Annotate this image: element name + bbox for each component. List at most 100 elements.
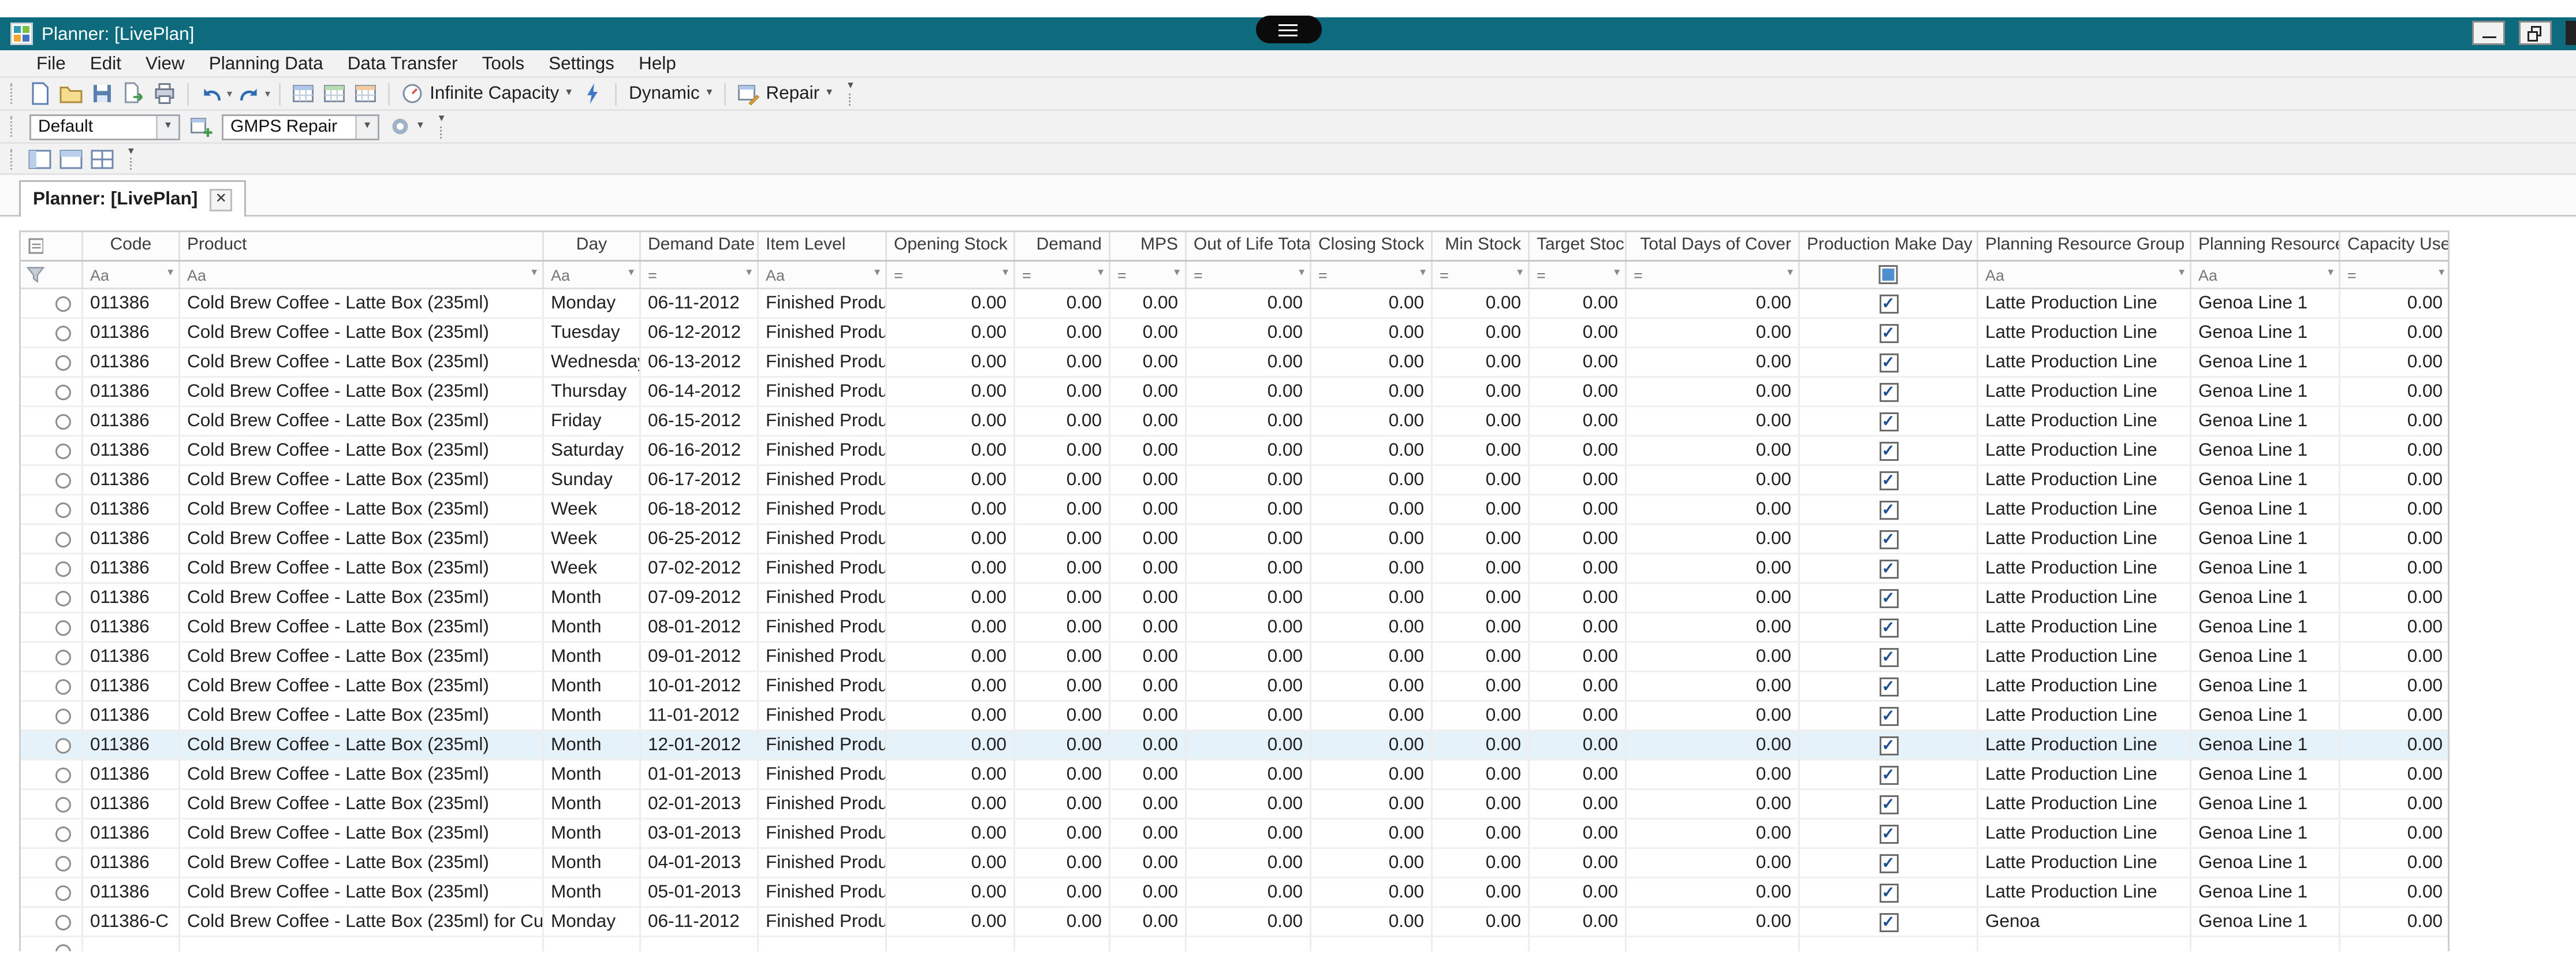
cell-product[interactable]: Cold Brew Coffee - Latte Box (235ml) [180,643,544,671]
cell-out_of_life[interactable]: 0.00 [1187,820,1311,847]
redo-button[interactable] [236,81,263,107]
cell-out_of_life[interactable]: 0.00 [1187,790,1311,818]
cell-min_stock[interactable]: 0.00 [1433,437,1530,464]
cell-days_cover[interactable]: 0.00 [1627,849,1800,877]
cell-product[interactable]: Cold Brew Coffee - Latte Box (235ml) [180,731,544,759]
table-row[interactable] [21,937,2448,951]
row-select-radio[interactable] [55,708,71,724]
cell-product[interactable]: Cold Brew Coffee - Latte Box (235ml) [180,790,544,818]
cell-day[interactable]: Month [544,761,641,788]
open-button[interactable] [57,81,85,107]
column-header-indicator[interactable] [21,232,45,260]
cell-capacity[interactable]: 0.00 [2340,643,2450,671]
grid-view-button-1[interactable] [289,81,317,107]
table-row[interactable]: 011386Cold Brew Coffee - Latte Box (235m… [21,407,2448,437]
production-make-day-checkbox[interactable]: ✓ [1879,323,1898,342]
chevron-down-icon[interactable]: ▾ [1787,269,1793,280]
cell-code[interactable]: 011386 [83,348,180,376]
table-row[interactable]: 011386Cold Brew Coffee - Latte Box (235m… [21,437,2448,466]
cell-demand_date[interactable]: 05-01-2013 [641,878,759,906]
table-row[interactable]: 011386Cold Brew Coffee - Latte Box (235m… [21,790,2448,820]
cell-closing_stock[interactable]: 0.00 [1311,525,1433,553]
cell-demand[interactable]: 0.00 [1015,554,1110,582]
cell-demand_date[interactable]: 06-15-2012 [641,407,759,435]
production-make-day-checkbox[interactable]: ✓ [1879,736,1898,755]
cell-out_of_life[interactable]: 0.00 [1187,437,1311,464]
cell-days_cover[interactable]: 0.00 [1627,672,1800,700]
tab-close-button[interactable]: ✕ [210,188,232,211]
chevron-down-icon[interactable]: ▾ [1299,269,1304,280]
filter-day[interactable]: Aa▾ [544,262,641,288]
cell-mps[interactable]: 0.00 [1110,584,1187,612]
cell-days_cover[interactable]: 0.00 [1627,289,1800,317]
cell-capacity[interactable]: 0.00 [2340,407,2450,435]
cell-closing_stock[interactable]: 0.00 [1311,702,1433,729]
cell-demand[interactable]: 0.00 [1015,643,1110,671]
cell-pr[interactable]: Genoa Line 1 [2191,702,2340,729]
cell-item_level[interactable]: Finished Product [759,407,887,435]
cell-selector[interactable] [45,554,83,582]
cell-prg[interactable]: Latte Production Line [1978,702,2191,729]
cell-min_stock[interactable]: 0.00 [1433,584,1530,612]
cell-make_day[interactable]: ✓ [1800,643,1978,671]
table-row[interactable]: 011386Cold Brew Coffee - Latte Box (235m… [21,348,2448,378]
cell-demand[interactable]: 0.00 [1015,407,1110,435]
row-select-radio[interactable] [55,855,71,871]
table-row[interactable]: 011386Cold Brew Coffee - Latte Box (235m… [21,584,2448,613]
cell-day[interactable]: Month [544,643,641,671]
cell-closing_stock[interactable]: 0.00 [1311,319,1433,347]
cell-prg[interactable]: Latte Production Line [1978,466,2191,494]
cell-product[interactable]: Cold Brew Coffee - Latte Box (235ml) [180,437,544,464]
table-row[interactable]: 011386Cold Brew Coffee - Latte Box (235m… [21,878,2448,908]
cell-day[interactable]: Week [544,525,641,553]
filter-code[interactable]: Aa▾ [83,262,180,288]
cell-item_level[interactable]: Finished Product [759,878,887,906]
minimize-button[interactable] [2472,21,2505,45]
cell-min_stock[interactable]: 0.00 [1433,820,1530,847]
cell-closing_stock[interactable]: 0.00 [1311,378,1433,405]
cell-days_cover[interactable]: 0.00 [1627,820,1800,847]
cell-selector[interactable] [45,289,83,317]
cell-mps[interactable]: 0.00 [1110,378,1187,405]
cell-selector[interactable] [45,820,83,847]
cell-closing_stock[interactable]: 0.00 [1311,643,1433,671]
filter-prg[interactable]: Aa▾ [1978,262,2191,288]
text-filter-icon[interactable]: Aa [1985,265,2004,286]
cell-code[interactable]: 011386 [83,584,180,612]
filter-demand_date[interactable]: =▾ [641,262,759,288]
cell-days_cover[interactable]: 0.00 [1627,702,1800,729]
cell-out_of_life[interactable]: 0.00 [1187,613,1311,641]
chevron-down-icon[interactable]: ▾ [531,269,537,280]
cell-demand_date[interactable]: 12-01-2012 [641,731,759,759]
combo-dropdown-button[interactable]: ▾ [156,116,178,138]
row-select-radio[interactable] [55,472,71,488]
cell-prg[interactable]: Latte Production Line [1978,319,2191,347]
cell-mps[interactable]: 0.00 [1110,554,1187,582]
chevron-down-icon[interactable]: ▾ [2328,269,2333,280]
cell-code[interactable]: 011386 [83,790,180,818]
cell-demand_date[interactable] [641,937,759,951]
cell-code[interactable] [83,937,180,951]
filter-item_level[interactable]: Aa▾ [759,262,887,288]
column-header-item_level[interactable]: Item Level [759,232,887,260]
table-row[interactable]: 011386Cold Brew Coffee - Latte Box (235m… [21,554,2448,584]
column-header-mps[interactable]: MPS [1110,232,1187,260]
cell-make_day[interactable]: ✓ [1800,319,1978,347]
text-filter-icon[interactable]: Aa [2198,265,2217,286]
cell-opening_stock[interactable]: 0.00 [887,672,1015,700]
cell-product[interactable]: Cold Brew Coffee - Latte Box (235ml) [180,348,544,376]
cell-pr[interactable]: Genoa Line 1 [2191,820,2340,847]
cell-target_stock[interactable]: 0.00 [1530,525,1627,553]
cell-selector[interactable] [45,466,83,494]
cell-closing_stock[interactable]: 0.00 [1311,289,1433,317]
cell-days_cover[interactable]: 0.00 [1627,348,1800,376]
cell-pr[interactable]: Genoa Line 1 [2191,643,2340,671]
cell-demand[interactable]: 0.00 [1015,466,1110,494]
cell-demand_date[interactable]: 06-11-2012 [641,289,759,317]
cell-closing_stock[interactable]: 0.00 [1311,466,1433,494]
cell-item_level[interactable]: Finished Product [759,731,887,759]
cell-target_stock[interactable]: 0.00 [1530,466,1627,494]
production-make-day-checkbox[interactable]: ✓ [1879,883,1898,902]
add-plan-button[interactable] [187,114,215,140]
table-row[interactable]: 011386Cold Brew Coffee - Latte Box (235m… [21,466,2448,496]
